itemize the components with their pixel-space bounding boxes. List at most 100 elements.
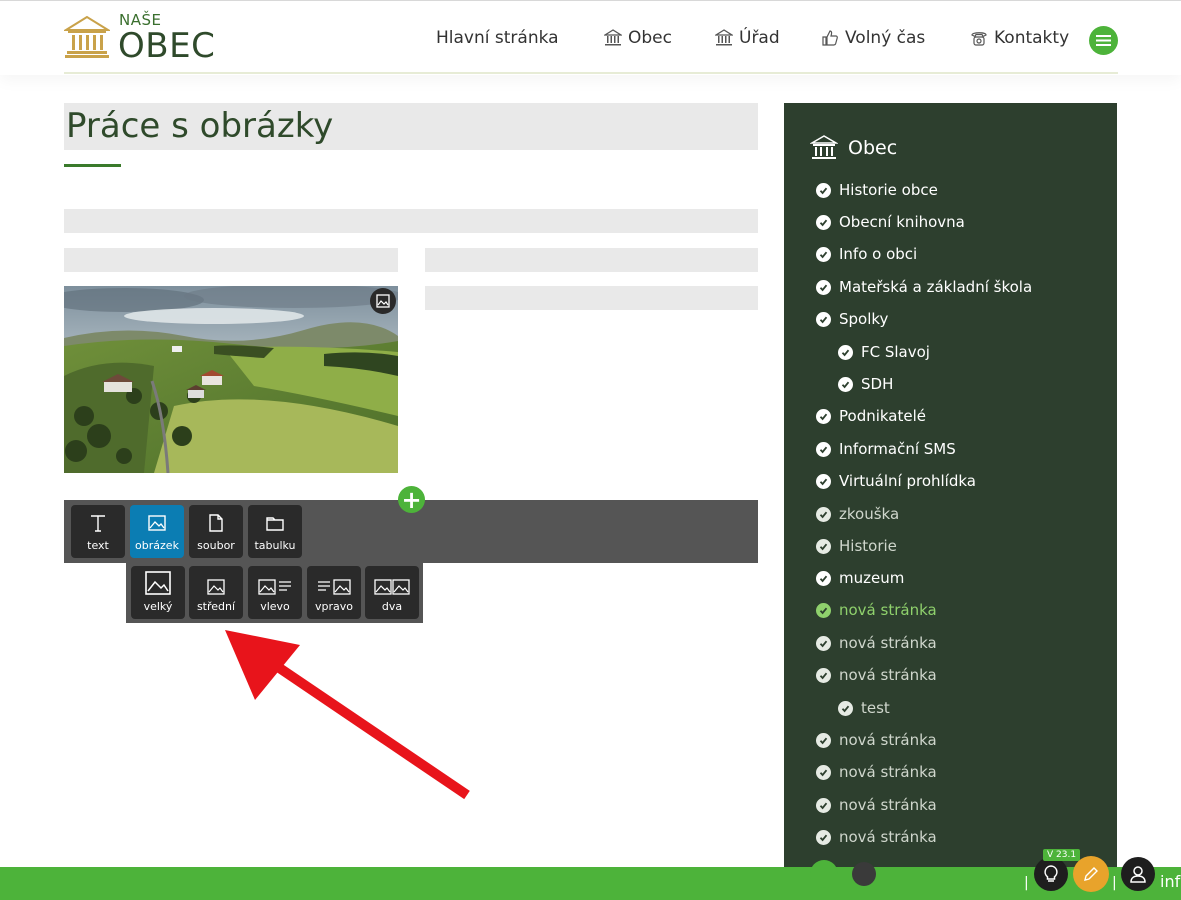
toolbar-label: tabulku: [254, 539, 296, 552]
submenu-label: dva: [381, 600, 403, 613]
nav-kontakty[interactable]: Kontakty: [970, 28, 1069, 48]
sidebar-item[interactable]: SDH: [838, 375, 893, 393]
check-circle-icon: [816, 182, 831, 198]
sidebar-item[interactable]: Historie: [816, 537, 897, 555]
sidebar-item[interactable]: Obecní knihovna: [816, 213, 965, 231]
nav-urad[interactable]: Úřad: [715, 28, 780, 48]
image-right-button[interactable]: vpravo: [307, 566, 361, 619]
check-circle-icon: [816, 538, 831, 554]
check-circle-icon: [816, 441, 831, 457]
nav-volny-cas[interactable]: Volný čas: [821, 28, 925, 48]
sidebar-item-label: nová stránka: [839, 828, 937, 846]
image-medium-icon: [207, 579, 225, 595]
text-placeholder[interactable]: [64, 248, 398, 272]
sidebar-item-label: Spolky: [839, 310, 889, 328]
sidebar-item[interactable]: Podnikatelé: [816, 407, 926, 425]
sidebar-item[interactable]: nová stránka: [816, 828, 937, 846]
sidebar-item[interactable]: FC Slavoj: [838, 343, 930, 361]
sidebar-item[interactable]: Spolky: [816, 310, 888, 328]
text-placeholder[interactable]: [425, 248, 758, 272]
landscape-photo[interactable]: [64, 286, 398, 473]
submenu-label: střední: [196, 600, 236, 613]
tips-button[interactable]: [1034, 857, 1068, 891]
sidebar-item[interactable]: Virtuální prohlídka: [816, 472, 976, 490]
insert-image-button[interactable]: obrázek: [130, 505, 184, 558]
file-icon: [209, 514, 223, 532]
sidebar-item-label: Informační SMS: [839, 440, 956, 458]
check-circle-icon: [816, 602, 831, 618]
sidebar-extra-button[interactable]: [852, 862, 876, 886]
nav-hlavni-stranka[interactable]: Hlavní stránka: [436, 28, 559, 48]
edit-button[interactable]: [1073, 856, 1109, 892]
sidebar-item[interactable]: nová stránka: [816, 763, 937, 781]
sidebar-item-label: nová stránka: [839, 731, 937, 749]
submenu-label: vlevo: [260, 600, 290, 613]
check-circle-icon: [816, 473, 831, 489]
insert-file-button[interactable]: soubor: [189, 505, 243, 558]
nav-obec[interactable]: Obec: [604, 28, 672, 48]
toolbar-label: soubor: [197, 539, 235, 552]
check-circle-icon: [816, 246, 831, 262]
check-circle-icon: [816, 797, 831, 813]
sidebar-item-label: zkouška: [839, 505, 900, 523]
sidebar-item-label: Historie obce: [839, 181, 938, 199]
sidebar-item-label: muzeum: [839, 569, 905, 587]
hamburger-menu-button[interactable]: [1089, 26, 1118, 55]
text-placeholder[interactable]: [64, 209, 758, 233]
check-circle-icon: [816, 279, 831, 295]
sidebar-item[interactable]: nová stránka: [816, 731, 937, 749]
text-icon: [91, 515, 105, 532]
image-two-icon: [374, 579, 410, 595]
user-email[interactable]: inf: [1160, 872, 1180, 891]
sidebar-item[interactable]: Info o obci: [816, 245, 917, 263]
sidebar-item-label: nová stránka: [839, 601, 937, 619]
check-circle-icon: [816, 311, 831, 327]
insert-table-button[interactable]: tabulku: [248, 505, 302, 558]
toolbar-label: text: [87, 539, 109, 552]
sidebar-item[interactable]: nová stránka: [816, 666, 937, 684]
nav-label: Volný čas: [845, 28, 926, 48]
image-large-button[interactable]: velký: [131, 566, 185, 619]
sidebar-item[interactable]: nová stránka: [816, 634, 937, 652]
submenu-label: velký: [143, 600, 173, 613]
nav-label: Obec: [628, 28, 672, 48]
sidebar-item-label: FC Slavoj: [861, 343, 930, 361]
sidebar-more-button[interactable]: [810, 860, 838, 888]
logo-title[interactable]: OBEC: [118, 26, 215, 66]
user-account-button[interactable]: [1121, 857, 1155, 891]
page-title: Práce s obrázky: [64, 103, 758, 150]
check-circle-icon: [816, 570, 831, 586]
image-medium-button[interactable]: střední: [189, 566, 243, 619]
lightbulb-icon: [1044, 865, 1058, 882]
sidebar-item-label: nová stránka: [839, 666, 937, 684]
sidebar-item[interactable]: test: [838, 699, 890, 717]
sidebar-item-label: Historie: [839, 537, 897, 555]
image-left-icon: [258, 579, 291, 595]
sidebar-item[interactable]: Mateřská a základní škola: [816, 278, 1032, 296]
sidebar-item[interactable]: Informační SMS: [816, 440, 956, 458]
sidebar-item-label: nová stránka: [839, 796, 937, 814]
image-left-button[interactable]: vlevo: [248, 566, 302, 619]
image-settings-button[interactable]: [370, 288, 396, 314]
image-large-icon: [145, 571, 171, 595]
sidebar-item[interactable]: nová stránka: [816, 601, 937, 619]
image-two-button[interactable]: dva: [365, 566, 419, 619]
separator: |: [1112, 875, 1117, 891]
check-circle-icon: [816, 635, 831, 651]
text-placeholder[interactable]: [425, 286, 758, 310]
check-circle-icon: [816, 829, 831, 845]
sidebar-item-label: test: [861, 699, 890, 717]
sidebar-item[interactable]: muzeum: [816, 569, 904, 587]
nav-label: Úřad: [739, 28, 780, 48]
version-badge: V 23.1: [1043, 849, 1081, 861]
logo-building-icon[interactable]: [64, 14, 110, 60]
user-icon: [1130, 866, 1146, 883]
sidebar-item[interactable]: nová stránka: [816, 796, 937, 814]
check-circle-icon: [816, 667, 831, 683]
building-icon: [715, 29, 733, 46]
sidebar-item[interactable]: Historie obce: [816, 181, 938, 199]
sidebar-item[interactable]: zkouška: [816, 505, 899, 523]
add-block-button[interactable]: +: [398, 486, 425, 514]
insert-text-button[interactable]: text: [71, 505, 125, 558]
sidebar-item-label: Mateřská a základní škola: [839, 278, 1033, 296]
